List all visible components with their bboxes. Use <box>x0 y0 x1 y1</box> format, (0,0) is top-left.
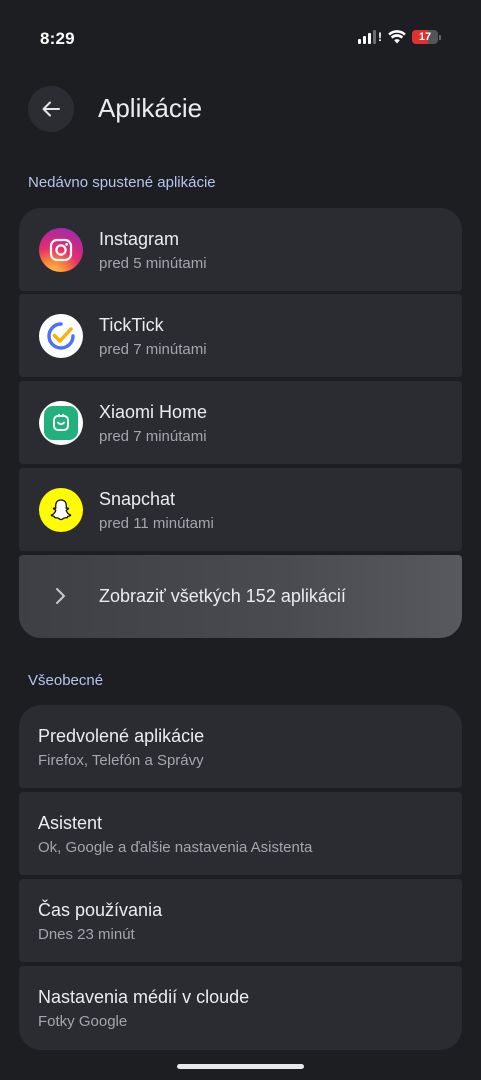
setting-subtitle: Ok, Google a ďalšie nastavenia Asistenta <box>38 839 313 856</box>
back-button[interactable] <box>28 86 74 132</box>
battery-level: 17 <box>418 31 432 43</box>
list-item-screen-time[interactable]: Čas používania Dnes 23 minút <box>19 879 462 962</box>
instagram-icon <box>39 228 83 272</box>
recent-apps-section-title: Nedávno spustené aplikácie <box>28 174 216 191</box>
page-title: Aplikácie <box>98 93 203 123</box>
chevron-right-icon <box>56 588 65 604</box>
snapchat-icon <box>39 488 83 532</box>
cellular-signal-icon <box>358 30 376 44</box>
list-item-default-apps[interactable]: Predvolené aplikácie Firefox, Telefón a … <box>19 705 462 788</box>
see-all-apps-label: Zobraziť všetkých 152 aplikácií <box>99 586 346 606</box>
ticktick-icon <box>39 314 83 358</box>
list-item-ticktick[interactable]: TickTick pred 7 minútami <box>19 294 462 377</box>
see-all-apps-button[interactable]: Zobraziť všetkých 152 aplikácií <box>19 555 462 638</box>
app-last-used: pred 11 minútami <box>99 515 214 532</box>
setting-title: Nastavenia médií v cloude <box>38 987 250 1007</box>
wifi-icon <box>388 30 406 44</box>
list-item-instagram[interactable]: Instagram pred 5 minútami <box>19 208 462 291</box>
app-name: Xiaomi Home <box>99 402 208 422</box>
home-indicator[interactable] <box>177 1064 304 1069</box>
arrow-left-icon <box>42 101 60 117</box>
setting-title: Asistent <box>38 813 103 833</box>
app-last-used: pred 7 minútami <box>99 428 207 445</box>
app-last-used: pred 5 minútami <box>99 255 207 272</box>
list-item-cloud-media[interactable]: Nastavenia médií v cloude Fotky Google <box>19 966 462 1050</box>
setting-subtitle: Fotky Google <box>38 1013 128 1030</box>
app-name: Snapchat <box>99 489 176 509</box>
general-section-title: Všeobecné <box>28 672 104 689</box>
setting-title: Čas používania <box>38 900 163 920</box>
status-time: 8:29 <box>40 29 75 48</box>
app-last-used: pred 7 minútami <box>99 341 207 358</box>
setting-title: Predvolené aplikácie <box>38 726 205 746</box>
list-item-xiaomi-home[interactable]: Xiaomi Home pred 7 minútami <box>19 381 462 464</box>
status-icons: ! 17 <box>358 30 441 44</box>
screen: 8:29 ! 17 Aplikácie Nedávno spustené apl… <box>0 0 481 1080</box>
setting-subtitle: Firefox, Telefón a Správy <box>38 752 204 769</box>
app-name: Instagram <box>99 229 180 249</box>
app-name: TickTick <box>99 315 164 335</box>
battery-icon: 17 <box>412 30 438 44</box>
battery-cap <box>439 34 441 40</box>
list-item-snapchat[interactable]: Snapchat pred 11 minútami <box>19 468 462 551</box>
no-service-alert-icon: ! <box>378 30 382 44</box>
setting-subtitle: Dnes 23 minút <box>38 926 135 943</box>
list-item-assistant[interactable]: Asistent Ok, Google a ďalšie nastavenia … <box>19 792 462 875</box>
xiaomi-home-icon <box>39 401 83 445</box>
status-bar: 8:29 ! 17 <box>0 0 481 80</box>
